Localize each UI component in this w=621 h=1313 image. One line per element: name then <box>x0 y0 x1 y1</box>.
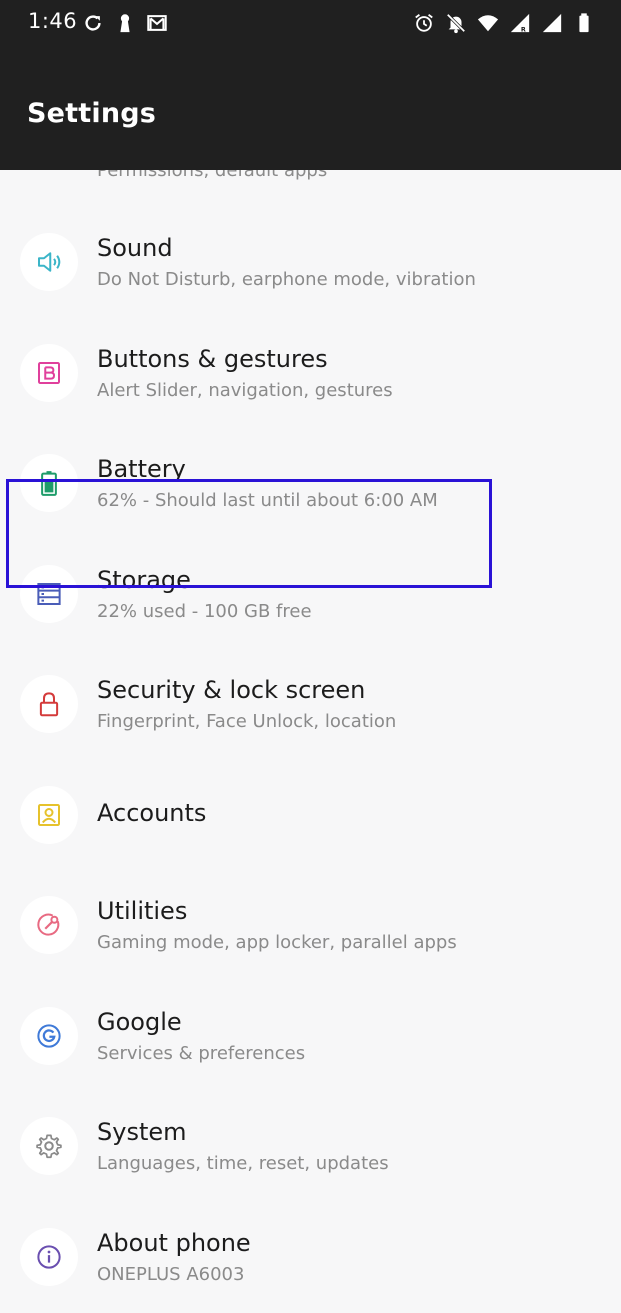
settings-item-subtitle: Services & preferences <box>97 1043 306 1064</box>
settings-item-title: Security & lock screen <box>97 676 366 704</box>
keyhole-icon <box>120 14 130 33</box>
settings-item-title: Buttons & gestures <box>97 345 328 373</box>
status-bar: 1:46 R <box>0 0 621 50</box>
storage-icon <box>20 565 78 623</box>
app-bar: Settings <box>0 50 621 170</box>
signal-roaming-icon: R <box>510 13 530 33</box>
settings-item-subtitle: Languages, time, reset, updates <box>97 1153 389 1174</box>
settings-item-apps[interactable]: Permissions, default apps <box>0 170 621 190</box>
accounts-icon <box>20 786 78 844</box>
settings-item-system[interactable]: System Languages, time, reset, updates <box>0 1092 621 1202</box>
settings-item-subtitle: Fingerprint, Face Unlock, location <box>97 711 397 732</box>
utilities-icon <box>20 896 78 954</box>
wifi-icon <box>477 15 499 32</box>
settings-item-battery[interactable]: Battery 62% - Should last until about 6:… <box>0 429 621 539</box>
settings-item-storage[interactable]: Storage 22% used - 100 GB free <box>0 540 621 650</box>
battery-icon <box>579 13 589 33</box>
settings-item-title: About phone <box>97 1229 251 1257</box>
settings-item-title: Sound <box>97 234 173 262</box>
battery-icon <box>20 454 78 512</box>
settings-item-title: System <box>97 1118 187 1146</box>
settings-item-about-phone[interactable]: About phone ONEPLUS A6003 <box>0 1203 621 1313</box>
settings-item-google[interactable]: Google Services & preferences <box>0 982 621 1092</box>
google-icon <box>20 1007 78 1065</box>
settings-item-title: Accounts <box>97 799 207 827</box>
signal-icon <box>542 13 562 33</box>
svg-text:R: R <box>521 25 526 33</box>
settings-item-utilities[interactable]: Utilities Gaming mode, app locker, paral… <box>0 871 621 981</box>
notifications-off-icon <box>446 13 466 34</box>
settings-item-sound[interactable]: Sound Do Not Disturb, earphone mode, vib… <box>0 208 621 318</box>
buttons-icon <box>20 344 78 402</box>
settings-item-accounts[interactable]: Accounts <box>0 760 621 870</box>
status-time: 1:46 <box>28 9 78 33</box>
settings-item-subtitle: 22% used - 100 GB free <box>97 601 312 622</box>
settings-item-subtitle: ONEPLUS A6003 <box>97 1264 245 1285</box>
settings-list[interactable]: Permissions, default apps Sound Do Not D… <box>0 170 621 1313</box>
gear-icon <box>20 1117 78 1175</box>
settings-item-subtitle: Do Not Disturb, earphone mode, vibration <box>97 269 476 290</box>
page-title: Settings <box>27 98 157 129</box>
settings-item-subtitle: Permissions, default apps <box>97 170 328 181</box>
settings-item-subtitle: 62% - Should last until about 6:00 AM <box>97 490 438 511</box>
settings-item-title: Utilities <box>97 897 188 925</box>
sync-icon <box>85 15 101 31</box>
info-icon <box>20 1228 78 1286</box>
lock-icon <box>20 675 78 733</box>
status-right-icons: R <box>413 12 595 34</box>
sound-icon <box>20 233 78 291</box>
settings-item-title: Battery <box>97 455 186 483</box>
settings-item-subtitle: Alert Slider, navigation, gestures <box>97 380 393 401</box>
settings-item-title: Google <box>97 1008 182 1036</box>
status-left-icons <box>82 12 168 34</box>
settings-item-title: Storage <box>97 566 191 594</box>
gmail-icon <box>147 15 167 31</box>
settings-item-subtitle: Gaming mode, app locker, parallel apps <box>97 932 457 953</box>
settings-item-security[interactable]: Security & lock screen Fingerprint, Face… <box>0 650 621 760</box>
alarm-icon <box>415 14 433 32</box>
settings-item-buttons-gestures[interactable]: Buttons & gestures Alert Slider, navigat… <box>0 319 621 429</box>
